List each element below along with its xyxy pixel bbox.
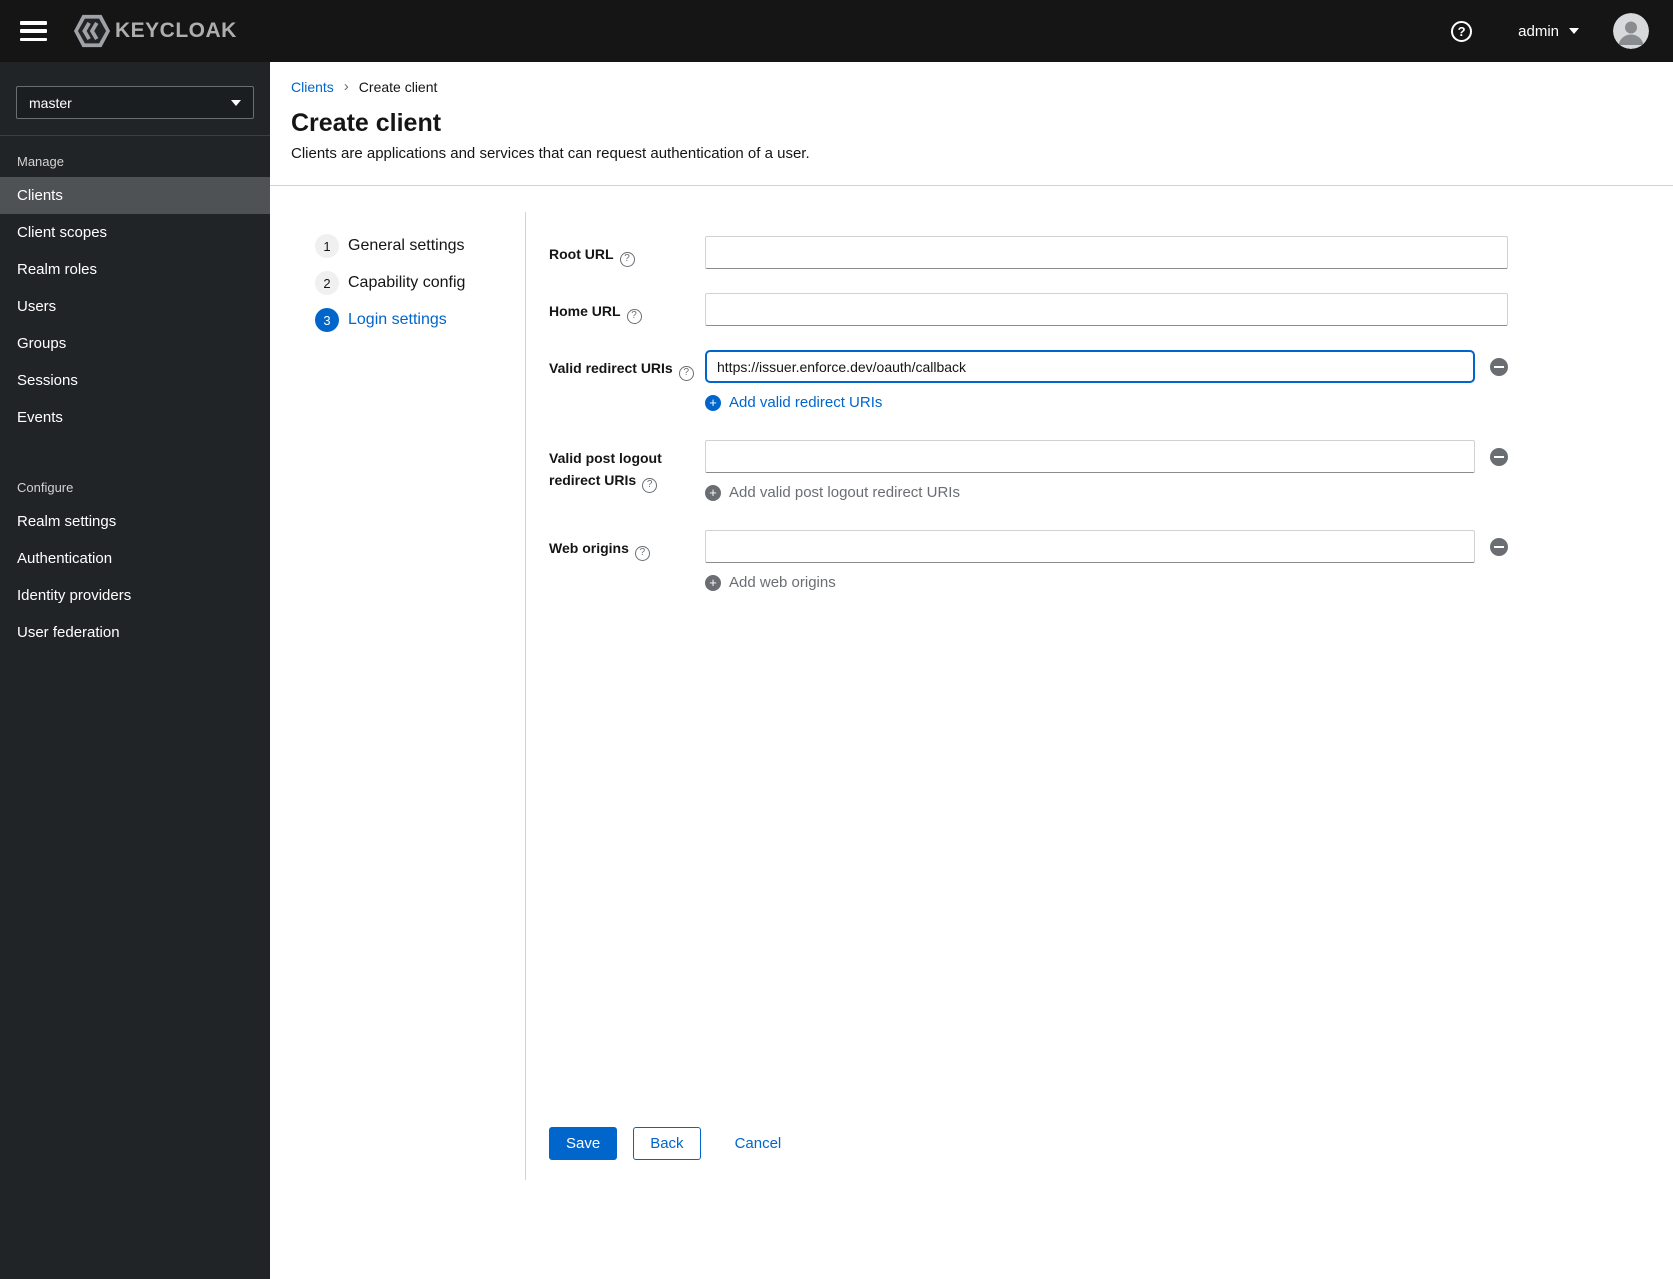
cancel-button[interactable]: Cancel <box>731 1127 786 1160</box>
main-content: Clients › Create client Create client Cl… <box>270 62 1673 1279</box>
post-logout-redirect-uris-row: Valid post logout redirect URIs? + Add v… <box>549 440 1673 502</box>
home-url-row: Home URL? <box>549 293 1673 326</box>
plus-circle-icon: + <box>705 394 721 411</box>
wizard-step-login-settings[interactable]: 3 Login settings <box>315 308 525 332</box>
valid-redirect-uris-help-icon[interactable]: ? <box>678 365 694 381</box>
post-logout-redirect-uri-input[interactable] <box>705 440 1475 473</box>
page-header: Clients › Create client Create client Cl… <box>270 62 1673 186</box>
username: admin <box>1518 22 1559 40</box>
login-settings-form: Root URL? Home URL? Valid redirect URIs … <box>525 186 1673 1279</box>
sidebar-item-client-scopes[interactable]: Client scopes <box>0 214 270 251</box>
help-icon[interactable]: ? <box>1451 20 1473 42</box>
home-url-help-icon[interactable]: ? <box>626 308 642 324</box>
home-url-label: Home URL? <box>549 293 705 326</box>
post-logout-redirect-uris-help-icon[interactable]: ? <box>642 477 658 493</box>
root-url-row: Root URL? <box>549 236 1673 269</box>
step-label: Login settings <box>348 311 447 328</box>
keycloak-admin-console: KEYCLOAK ? admin master Manage Clients C… <box>0 0 1673 1279</box>
valid-redirect-uris-row: Valid redirect URIs? + Add valid redirec… <box>549 350 1673 412</box>
realm-selector[interactable]: master <box>16 86 254 119</box>
root-url-input[interactable] <box>705 236 1508 269</box>
save-button[interactable]: Save <box>549 1127 618 1160</box>
home-url-input[interactable] <box>705 293 1508 326</box>
form-actions: Save Back Cancel <box>549 1127 785 1160</box>
sidebar-item-identity-providers[interactable]: Identity providers <box>0 577 270 614</box>
sidebar-item-clients[interactable]: Clients <box>0 177 270 214</box>
caret-down-icon <box>231 99 241 106</box>
brand-text: KEYCLOAK <box>115 19 237 42</box>
plus-circle-icon: + <box>705 484 721 501</box>
web-origins-help-icon[interactable]: ? <box>634 545 650 561</box>
step-number: 1 <box>315 234 339 258</box>
top-bar: KEYCLOAK ? admin <box>0 0 1673 62</box>
user-dropdown[interactable]: admin <box>1518 23 1579 40</box>
page-subtitle: Clients are applications and services th… <box>291 145 810 162</box>
web-origins-label: Web origins? <box>549 530 705 592</box>
add-web-origins-button[interactable]: + Add web origins <box>705 574 836 591</box>
sidebar-item-realm-roles[interactable]: Realm roles <box>0 251 270 288</box>
keycloak-logo-icon <box>73 14 111 48</box>
valid-redirect-uri-input[interactable] <box>705 350 1475 383</box>
breadcrumb: Clients › Create client <box>291 78 1649 95</box>
topbar-right: ? admin <box>1451 13 1649 49</box>
root-url-help-icon[interactable]: ? <box>619 251 635 267</box>
wizard-step-general-settings[interactable]: 1 General settings <box>315 234 525 258</box>
remove-post-logout-uri-icon[interactable] <box>1490 447 1508 466</box>
step-number: 2 <box>315 271 339 295</box>
sidebar-item-realm-settings[interactable]: Realm settings <box>0 503 270 540</box>
wizard-nav: 1 General settings 2 Capability config 3… <box>270 186 525 1279</box>
plus-circle-icon: + <box>705 574 721 591</box>
valid-redirect-uris-label: Valid redirect URIs? <box>549 350 705 412</box>
hamburger-menu-icon[interactable] <box>20 21 47 41</box>
sidebar-nav: Manage Clients Client scopes Realm roles… <box>0 136 270 651</box>
back-button[interactable]: Back <box>633 1127 701 1160</box>
sidebar-item-users[interactable]: Users <box>0 288 270 325</box>
sidebar-item-events[interactable]: Events <box>0 399 270 436</box>
remove-web-origin-icon[interactable] <box>1490 537 1508 556</box>
page-title: Create client <box>291 109 442 137</box>
wizard-content: 1 General settings 2 Capability config 3… <box>270 186 1673 1279</box>
post-logout-redirect-uris-label: Valid post logout redirect URIs? <box>549 440 705 502</box>
nav-section-manage: Manage <box>17 154 64 169</box>
breadcrumb-current: Create client <box>358 78 438 95</box>
web-origin-input[interactable] <box>705 530 1475 563</box>
sidebar-item-sessions[interactable]: Sessions <box>0 362 270 399</box>
add-valid-redirect-uris-button[interactable]: + Add valid redirect URIs <box>705 394 882 411</box>
step-label: General settings <box>348 237 465 254</box>
keycloak-logo: KEYCLOAK <box>73 12 237 50</box>
step-number: 3 <box>315 308 339 332</box>
breadcrumb-separator-icon: › <box>343 78 349 95</box>
breadcrumb-clients-link[interactable]: Clients <box>291 79 334 95</box>
sidebar: master Manage Clients Client scopes Real… <box>0 62 270 1279</box>
avatar[interactable] <box>1613 13 1649 49</box>
realm-name: master <box>29 94 72 111</box>
wizard-step-capability-config[interactable]: 2 Capability config <box>315 271 525 295</box>
step-label: Capability config <box>348 274 466 291</box>
web-origins-row: Web origins? + Add web origins <box>549 530 1673 592</box>
sidebar-item-authentication[interactable]: Authentication <box>0 540 270 577</box>
sidebar-item-groups[interactable]: Groups <box>0 325 270 362</box>
nav-section-configure: Configure <box>17 480 74 495</box>
sidebar-item-user-federation[interactable]: User federation <box>0 614 270 651</box>
remove-redirect-uri-icon[interactable] <box>1490 357 1508 376</box>
root-url-label: Root URL? <box>549 236 705 269</box>
caret-down-icon <box>1569 28 1579 34</box>
realm-selector-area: master <box>0 86 270 136</box>
add-post-logout-redirect-uris-button[interactable]: + Add valid post logout redirect URIs <box>705 484 960 501</box>
